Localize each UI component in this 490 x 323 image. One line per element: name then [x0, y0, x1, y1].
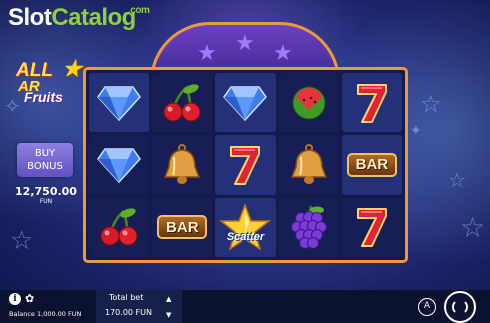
buy-bonus-label-line2: BONUS — [27, 161, 63, 172]
game-logo-line1-rest: AR — [18, 78, 40, 95]
seven-symbol-icon — [355, 82, 389, 124]
seven-symbol-icon — [228, 144, 262, 186]
reel-cell — [278, 135, 339, 195]
info-icon[interactable]: i — [9, 293, 21, 305]
seven-symbol-icon — [355, 206, 389, 248]
reel-cell: BAR — [341, 135, 402, 195]
diamond-symbol-icon — [97, 85, 142, 121]
slotcatalog-logo: SlotCatalog .com — [8, 4, 150, 40]
reel-cell: Scatter — [215, 197, 276, 257]
game-logo-star-icon: ★ — [62, 56, 82, 81]
reel-cell — [89, 135, 150, 195]
total-bet-panel: Total bet 170.00 FUN ▲ ▼ — [96, 290, 182, 323]
reel-cell — [215, 135, 276, 195]
side-balance-value: 12,750.00 — [15, 185, 77, 198]
bar-symbol-icon: BAR — [157, 215, 208, 240]
scatter-label: Scatter — [226, 230, 265, 243]
cherry-symbol-icon — [98, 207, 140, 247]
reel-grid: BAR BAR Scatter — [89, 73, 402, 257]
watermelon-symbol-icon — [289, 86, 329, 120]
reel-cell — [278, 197, 339, 257]
logo-text-catalog: Catalog — [51, 4, 136, 31]
reel-frame: BAR BAR Scatter — [83, 67, 408, 263]
background-star-icon: ✦ — [410, 123, 422, 139]
total-bet-label: Total bet — [109, 293, 144, 302]
background-star-icon: ☆ — [420, 90, 442, 118]
logo-text-slot: Slot — [8, 4, 52, 31]
background-star-icon: ☆ — [460, 211, 486, 244]
buy-bonus-button[interactable]: BUY BONUS — [17, 143, 73, 177]
reel-cell — [152, 73, 213, 133]
bell-symbol-icon — [288, 143, 330, 187]
cherry-symbol-icon — [161, 83, 203, 123]
diamond-symbol-icon — [223, 85, 268, 121]
autoplay-button[interactable]: A — [418, 298, 436, 316]
reel-cell — [341, 197, 402, 257]
logo-text-com: .com — [128, 5, 150, 16]
reel-cell — [152, 135, 213, 195]
bar-symbol-icon: BAR — [346, 152, 397, 177]
arch-star-icon: ★ — [197, 41, 217, 66]
gear-icon[interactable]: ✿ — [25, 292, 34, 306]
background-star-icon: ☆ — [448, 168, 466, 192]
spin-arrows-icon — [452, 299, 468, 315]
grapes-symbol-icon — [289, 205, 329, 250]
side-balance-unit: FUN — [39, 198, 53, 205]
total-bet-value: 170.00 FUN — [105, 308, 152, 317]
background-star-icon: ☆ — [10, 226, 34, 256]
reel-cell — [215, 73, 276, 133]
reel-cell — [89, 73, 150, 133]
reel-cell — [89, 197, 150, 257]
reel-cell — [341, 73, 402, 133]
arch-star-icon: ★ — [273, 41, 293, 66]
arch-star-icon: ★ — [235, 31, 255, 56]
reel-cell — [278, 73, 339, 133]
bet-increase-icon[interactable]: ▲ — [166, 295, 171, 303]
bell-symbol-icon — [161, 143, 203, 187]
balance-text: Balance 1,000.00 FUN — [9, 310, 82, 318]
scatter-symbol-icon — [219, 204, 272, 251]
game-logo: ALL ★ Fruits AR — [14, 56, 84, 114]
bet-decrease-icon[interactable]: ▼ — [166, 311, 171, 319]
bottom-bar: i ✿ Balance 1,000.00 FUN Total bet 170.0… — [0, 290, 490, 323]
buy-bonus-label-line1: BUY — [34, 148, 56, 159]
spin-button[interactable] — [444, 291, 476, 323]
diamond-symbol-icon — [97, 147, 142, 183]
reel-cell: BAR — [152, 197, 213, 257]
